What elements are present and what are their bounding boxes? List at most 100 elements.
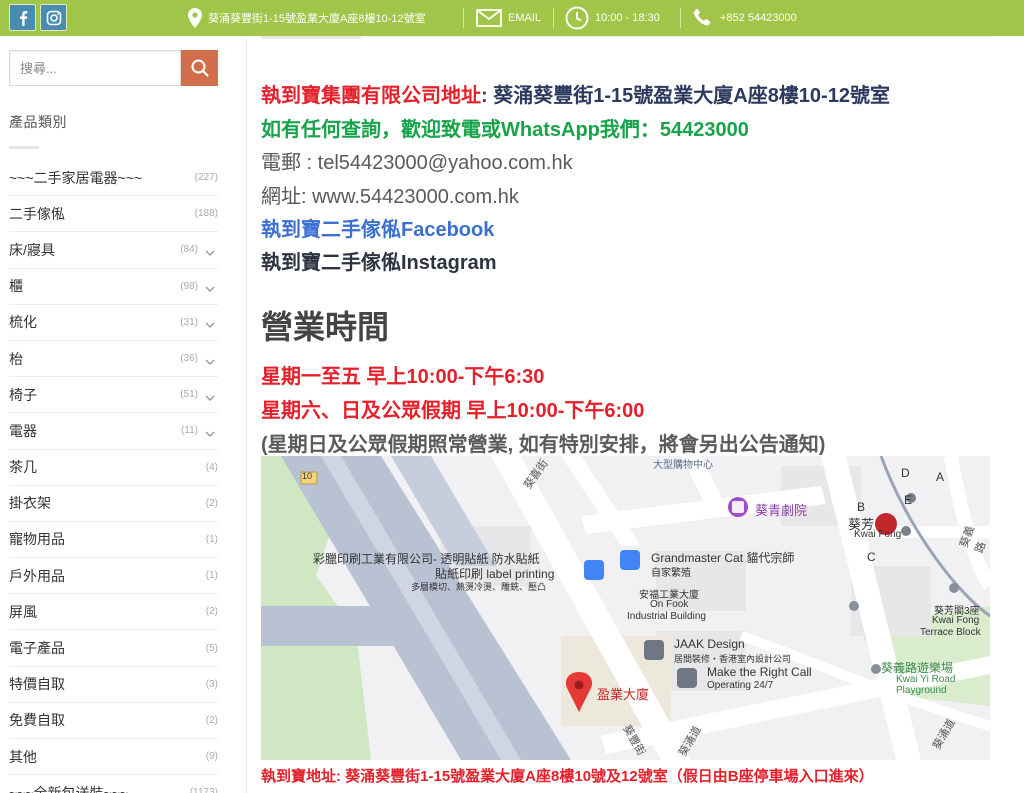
location-map[interactable]: 大型購物中心 葵青劇院 葵芳 Kwai Fong 彩臘印刷工業有限公司- 透明貼… [261, 456, 990, 760]
map-label-mall: 大型購物中心 [653, 460, 713, 471]
category-item-count: (36) [180, 353, 198, 365]
category-item[interactable]: ~~~全新包送裝~~~ (1173) [9, 775, 218, 793]
search-icon [191, 59, 209, 77]
category-item-label[interactable]: 特價自取 [9, 674, 65, 694]
category-item-count: (2) [205, 497, 218, 509]
map-label-exit-b: B [857, 500, 866, 514]
category-item[interactable]: 特價自取 (3) [9, 667, 218, 703]
category-item[interactable]: 梳化 (31) [9, 305, 218, 341]
category-item-label[interactable]: 電器 [9, 421, 37, 441]
instagram-icon[interactable] [40, 4, 67, 31]
category-item-label[interactable]: 椅子 [9, 385, 37, 405]
facebook-icon[interactable] [9, 4, 36, 31]
category-item-count: (98) [180, 280, 198, 292]
topbar-email[interactable]: EMAIL [476, 0, 541, 36]
map-pin-icon [188, 8, 202, 28]
category-item-label[interactable]: 梳化 [9, 312, 37, 332]
category-item[interactable]: 電子產品 (5) [9, 630, 218, 667]
hours-note: (星期日及公眾假期照常營業, 如有特別安排，將會另出公告通知) [261, 434, 826, 456]
category-item-count: (227) [194, 172, 218, 184]
email-contact: 電郵 : tel54423000@yahoo.com.hk [261, 152, 573, 174]
company-address-value: : 葵涌葵豐街1-15號盈業大廈A座8樓10-12號室 [481, 85, 890, 107]
category-item[interactable]: 掛衣架 (2) [9, 486, 218, 522]
category-item[interactable]: 電器 (11) [9, 413, 218, 450]
category-item-count: (9) [205, 751, 218, 763]
category-item[interactable]: 床/寢具 (84) [9, 232, 218, 269]
whatsapp-contact: 如有任何查詢，歡迎致電或WhatsApp我們：54423000 [261, 119, 749, 141]
category-item-label[interactable]: 床/寢具 [9, 240, 55, 260]
map-label-terrace-en2: Terrace Block [920, 627, 981, 638]
search-button[interactable] [181, 50, 218, 86]
category-item[interactable]: 茶几 (4) [9, 450, 218, 486]
hours-title: 營業時間 [261, 309, 390, 345]
category-item-count: (1) [205, 533, 218, 545]
phone-icon [692, 7, 714, 29]
chevron-down-icon[interactable] [205, 390, 215, 408]
content-top-rule [362, 36, 992, 37]
category-item[interactable]: 屏風 (2) [9, 594, 218, 631]
map-label-grandmaster-2: 自家繁殖 [651, 568, 691, 579]
map-label-route: 10 [302, 471, 313, 481]
facebook-link[interactable]: 執到寶二手傢俬Facebook [261, 213, 494, 242]
website-contact: 網址: www.54423000.com.hk [261, 186, 519, 208]
map-label-onfook-en1: On Fook [650, 599, 689, 610]
category-item[interactable]: 免費自取 (2) [9, 703, 218, 739]
category-item[interactable]: 櫃 (98) [9, 269, 218, 305]
category-title: 產品類別 [9, 114, 67, 130]
category-title-underline [9, 146, 39, 149]
category-item-label[interactable]: ~~~二手家居電器~~~ [9, 168, 142, 188]
category-item[interactable]: 戶外用品 (1) [9, 558, 218, 595]
chevron-down-icon[interactable] [205, 281, 215, 299]
map-label-exit-a: A [936, 470, 945, 484]
hours-weekday: 星期一至五 早上10:00-下午6:30 [261, 366, 545, 388]
category-item[interactable]: 椅子 (51) [9, 377, 218, 414]
category-item-label[interactable]: 免費自取 [9, 710, 65, 730]
category-item[interactable]: ~~~二手家居電器~~~ (227) [9, 160, 218, 197]
category-item-label[interactable]: ~~~全新包送裝~~~ [9, 783, 128, 793]
topbar-divider [463, 8, 464, 28]
map-label-jaak-2: 居間裝修・香港室內設計公司 [674, 654, 792, 664]
category-item[interactable]: 二手傢俬 (188) [9, 196, 218, 233]
chevron-down-icon[interactable] [205, 354, 215, 372]
category-item-label[interactable]: 其他 [9, 747, 37, 767]
category-item-label[interactable]: 寵物用品 [9, 529, 65, 549]
category-item[interactable]: 寵物用品 (1) [9, 522, 218, 559]
category-item-label[interactable]: 戶外用品 [9, 566, 65, 586]
envelope-icon [476, 9, 502, 27]
map-label-pin: 盈業大廈 [597, 687, 650, 702]
category-item-label[interactable]: 櫃 [9, 276, 23, 296]
category-item-count: (3) [205, 678, 218, 690]
chevron-down-icon[interactable] [205, 317, 215, 335]
topbar-hours: 10:00 - 18:30 [565, 0, 660, 36]
category-item-count: (1173) [189, 787, 218, 793]
category-item[interactable]: 枱 (36) [9, 341, 218, 378]
topbar-hours-text: 10:00 - 18:30 [595, 12, 660, 24]
category-item-count: (51) [180, 389, 198, 401]
search-input[interactable] [9, 50, 181, 86]
instagram-link[interactable]: 執到寶二手傢俬Instagram [261, 246, 497, 275]
map-label-terrace-en1: Kwai Fong [932, 615, 980, 626]
map-label-playground-en1: Kwai Yi Road [896, 674, 956, 685]
topbar-phone[interactable]: +852 54423000 [692, 0, 797, 36]
topbar-address-text: 葵涌葵豐街1-15號盈業大廈A座8樓10-12號室 [208, 13, 426, 25]
category-item-label[interactable]: 掛衣架 [9, 493, 51, 513]
topbar-divider [680, 8, 681, 28]
map-label-mtrc-1: Make the Right Call [707, 665, 812, 679]
category-item-label[interactable]: 枱 [9, 349, 23, 369]
map-graphic [261, 456, 990, 760]
topbar-phone-text: +852 54423000 [720, 12, 797, 24]
chevron-down-icon[interactable] [205, 426, 215, 444]
category-item-label[interactable]: 電子產品 [9, 638, 65, 658]
map-label-onfook-en2: Industrial Building [627, 611, 706, 622]
category-item-label[interactable]: 二手傢俬 [9, 204, 65, 224]
map-label-printing-3: 多層模切、熱燙冷燙、雕銑、壓凸 [411, 582, 547, 592]
topbar-address[interactable]: 葵涌葵豐街1-15號盈業大廈A座8樓10-12號室 [188, 0, 426, 36]
company-address: 執到寶集團有限公司地址: 葵涌葵豐街1-15號盈業大廈A座8樓10-12號室 [261, 79, 890, 108]
category-item-label[interactable]: 茶几 [9, 457, 37, 477]
category-item-label[interactable]: 屏風 [9, 602, 37, 622]
category-list: ~~~二手家居電器~~~ (227) 二手傢俬 (188) 床/寢具 (84) 櫃 (98) 梳… [9, 160, 218, 793]
chevron-down-icon[interactable] [205, 245, 215, 263]
category-item-count: (11) [180, 425, 198, 437]
company-address-label: 執到寶集團有限公司地址 [261, 85, 481, 107]
category-item[interactable]: 其他 (9) [9, 739, 218, 776]
